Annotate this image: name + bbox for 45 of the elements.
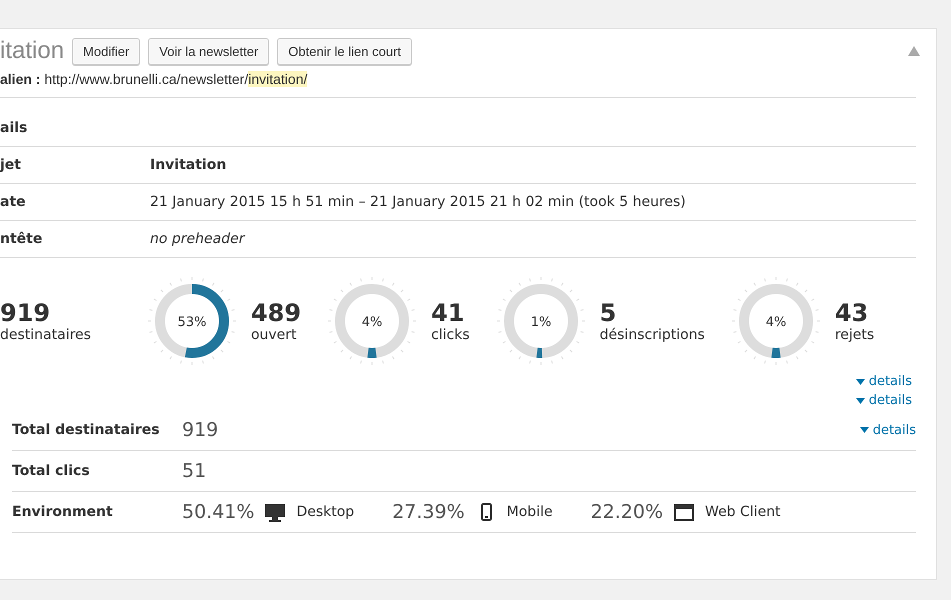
toolbar-button[interactable]: Voir la newsletter [148, 38, 270, 64]
details-link[interactable]: details [856, 374, 912, 389]
row-value: 919 [182, 419, 218, 441]
collapse-toggle-icon[interactable] [908, 46, 920, 56]
toolbar-button[interactable]: Obtenir le lien court [277, 38, 412, 64]
row-label: ate [0, 194, 27, 210]
percent-label: 4% [362, 315, 382, 330]
device-label: Desktop [296, 504, 354, 520]
stat-label: rejets [834, 327, 874, 343]
stat-label: désinscriptions [600, 327, 705, 343]
row-value: no preheader [150, 231, 244, 247]
row-label: ntête [0, 231, 44, 247]
device-label: Web Client [705, 504, 781, 520]
stat-number: 489 [250, 299, 302, 327]
percent-value: 50.41% [182, 501, 254, 523]
stat-number: 43 [834, 299, 870, 327]
row-label: Environment [12, 504, 114, 520]
browser-window-icon [673, 502, 696, 522]
caret-icon [860, 427, 869, 433]
details-link[interactable]: details [860, 422, 916, 438]
row-value: 51 [182, 460, 206, 482]
row-label: Total clics [12, 463, 91, 479]
stat-number: 5 [600, 299, 618, 327]
details-link[interactable]: details [856, 393, 912, 408]
caret-icon [856, 378, 865, 384]
row-value: 21 January 2015 15 h 51 min – 21 January 2015 21 h 02 min (took 5 heures) [150, 194, 686, 210]
percent-value: 27.39% [392, 501, 465, 523]
stat-number: 41 [431, 299, 466, 327]
device-label: Mobile [506, 504, 553, 520]
stat-label: clicks [431, 327, 470, 343]
caret-icon [856, 398, 865, 404]
percent-label: 1% [530, 315, 551, 330]
percent-label: 53% [178, 315, 206, 330]
monitor-icon [264, 502, 286, 522]
percent-label: 4% [766, 315, 786, 330]
row-value: Invitation [150, 157, 226, 173]
row-label: Total destinataires [12, 422, 161, 438]
percent-value: 22.20% [590, 501, 664, 523]
stat-number: 919 [0, 299, 52, 327]
stat-label: ouvert [250, 327, 298, 343]
permalink-text: alien : http://www.brunelli.ca/newsletter/invitation/ [0, 69, 916, 98]
panel-title: itation [0, 37, 64, 65]
stat-label: destinataires [0, 327, 91, 343]
toolbar-button[interactable]: Modifier [72, 38, 140, 64]
section-heading: ails [0, 98, 916, 147]
